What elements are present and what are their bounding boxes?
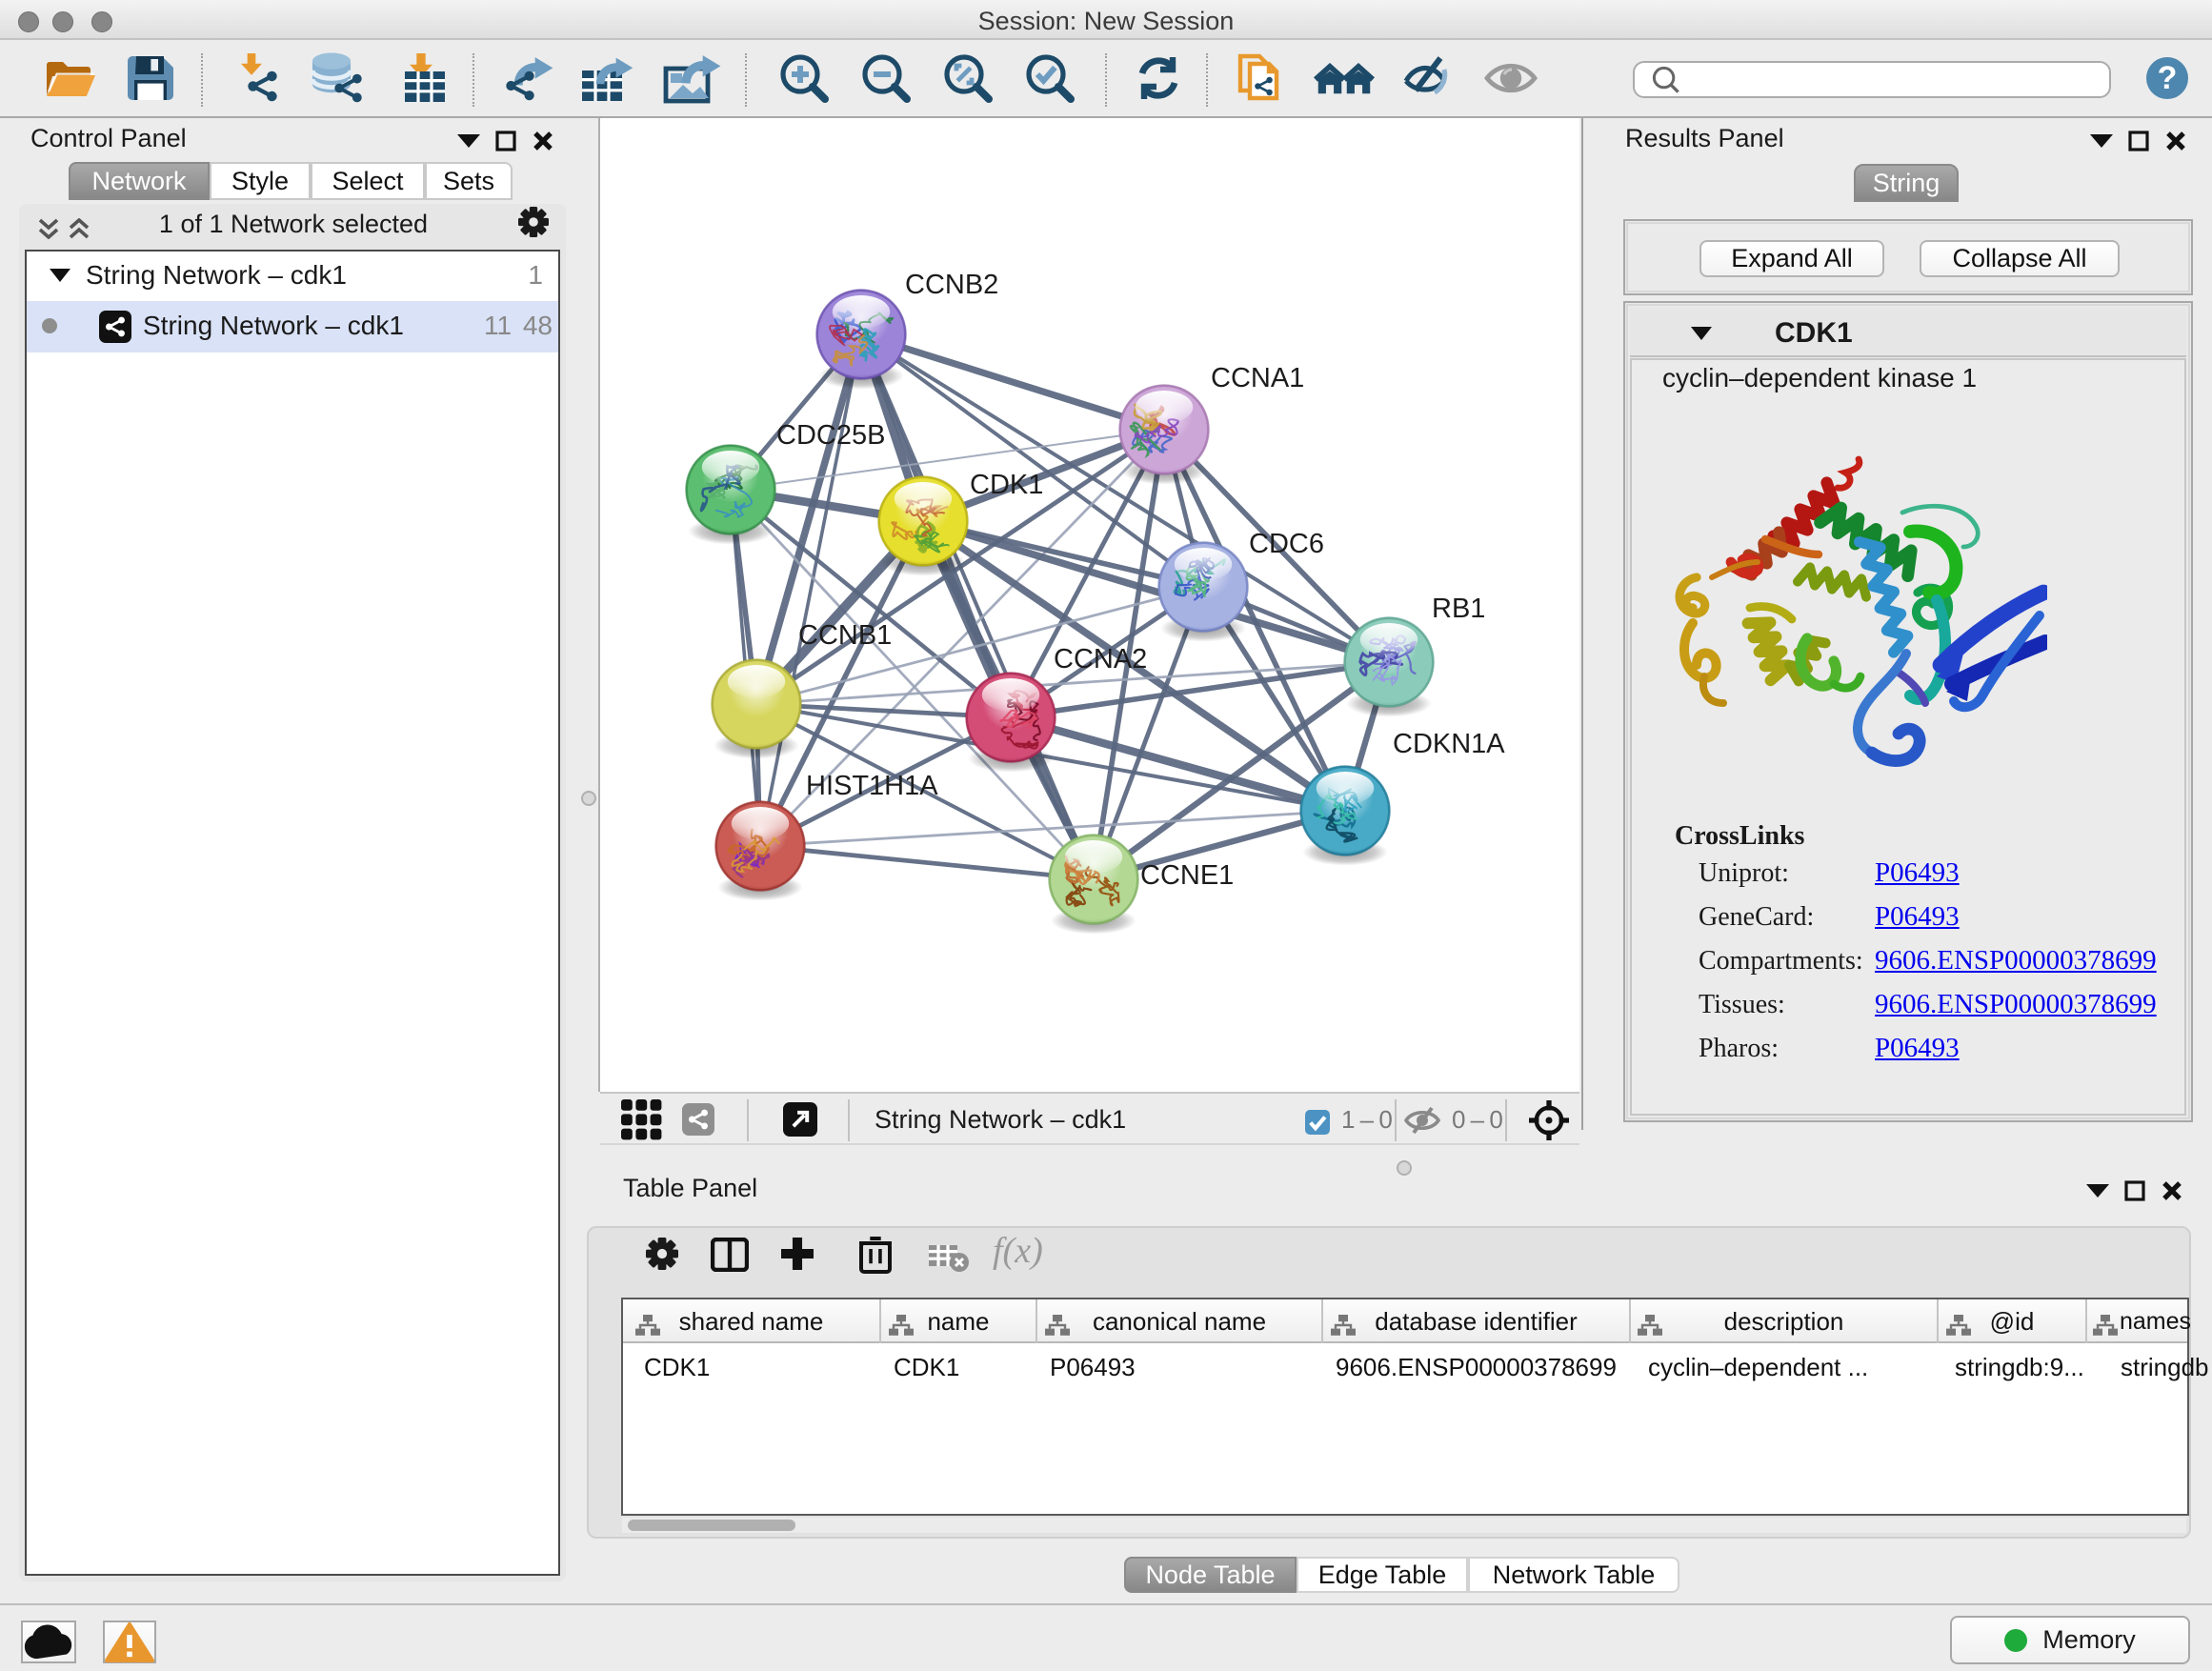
svg-text:RB1: RB1 [1432, 594, 1485, 624]
svg-text:CCNA2: CCNA2 [1054, 644, 1147, 674]
svg-text:CCNE1: CCNE1 [1140, 860, 1234, 891]
svg-text:CCNA1: CCNA1 [1211, 363, 1304, 393]
svg-text:CCNB1: CCNB1 [798, 620, 892, 651]
svg-text:?: ? [2158, 60, 2178, 96]
svg-text:CCNB2: CCNB2 [905, 270, 998, 300]
svg-text:CDK1: CDK1 [970, 470, 1043, 500]
svg-text:CDKN1A: CDKN1A [1393, 729, 1505, 759]
svg-text:HIST1H1A: HIST1H1A [806, 771, 938, 801]
svg-text:CDC6: CDC6 [1249, 529, 1324, 559]
svg-text:CDC25B: CDC25B [776, 420, 885, 451]
